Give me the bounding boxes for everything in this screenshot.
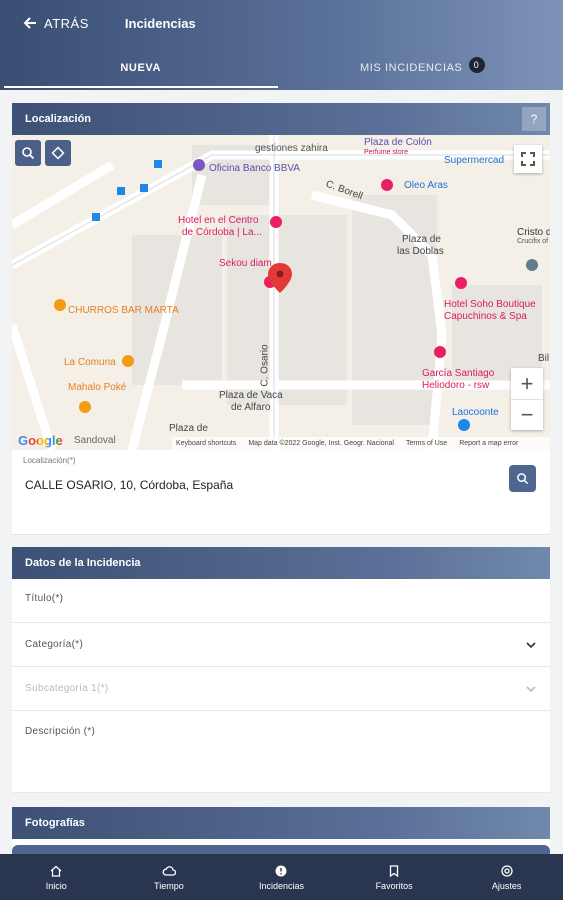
nav-item-incidencias[interactable]: Incidencias — [225, 854, 338, 900]
tab-nueva[interactable]: NUEVA — [0, 46, 282, 90]
nav-label: Favoritos — [375, 880, 413, 891]
map-label: Cristo d — [517, 227, 550, 238]
datos-card: Datos de la Incidencia Título(*) Categor… — [12, 547, 550, 793]
map-label: Capuchinos & Spa — [444, 311, 527, 322]
datos-section-header: Datos de la Incidencia — [12, 547, 550, 579]
map-label: C. Osario — [259, 344, 271, 387]
descripcion-field[interactable]: Descripción (*) — [12, 711, 550, 793]
back-label: ATRÁS — [44, 15, 89, 31]
nav-label: Ajustes — [491, 880, 522, 891]
map-label: Plaza de — [169, 423, 208, 434]
map-label: de Alfaro — [231, 402, 271, 413]
chevron-down-icon — [526, 642, 536, 648]
zoom-control: + − — [511, 368, 543, 430]
terms-link[interactable]: Terms of Use — [406, 440, 447, 447]
cloud-icon — [162, 865, 176, 876]
app-header: ATRÁS Incidencias NUEVA MIS INCIDENCIAS … — [0, 0, 563, 90]
map-search-tool[interactable] — [15, 140, 41, 166]
arrow-left-icon — [23, 17, 36, 29]
map-label: Plaza de — [402, 234, 441, 245]
fullscreen-icon — [521, 152, 535, 166]
map-data-text: Map data ©2022 Google, Inst. Geogr. Naci… — [248, 440, 394, 447]
fullscreen-button[interactable] — [514, 145, 542, 173]
map-label: Bil — [538, 353, 550, 364]
back-button[interactable]: ATRÁS — [22, 15, 89, 31]
map-label: CHURROS BAR MARTA — [68, 305, 179, 316]
tab-mis-incidencias[interactable]: MIS INCIDENCIAS 0 — [282, 46, 563, 90]
diamond-icon — [51, 146, 65, 160]
map-label: Hotel Soho Boutique — [444, 299, 536, 310]
bookmark-icon — [389, 864, 399, 877]
map-label: Sekou diam — [219, 258, 272, 269]
help-button[interactable]: ? — [522, 107, 546, 131]
map-label: Supermercad — [444, 155, 505, 166]
alert-icon — [275, 865, 287, 876]
section-title: Fotografías — [25, 817, 85, 829]
nav-item-favoritos[interactable]: Favoritos — [338, 854, 451, 900]
keyboard-shortcuts-link[interactable]: Keyboard shortcuts — [176, 440, 236, 447]
titulo-label: Título(*) — [25, 593, 64, 604]
titulo-field[interactable]: Título(*) — [12, 579, 550, 623]
fotos-card: Fotografías — [12, 807, 550, 855]
main-content: Localización ? gestiones zahira Plaza de… — [12, 103, 550, 855]
report-error-link[interactable]: Report a map error — [459, 440, 518, 447]
count-badge: 0 — [468, 57, 485, 73]
home-icon — [50, 865, 62, 877]
chevron-down-icon — [526, 686, 536, 692]
location-search-button[interactable] — [509, 465, 536, 492]
nav-item-inicio[interactable]: Inicio — [0, 854, 113, 900]
location-field-label: Localización(*) — [23, 456, 76, 465]
nav-item-tiempo[interactable]: Tiempo — [113, 854, 226, 900]
fotos-section-header: Fotografías — [12, 807, 550, 839]
section-title: Localización — [25, 113, 92, 125]
nav-item-ajustes[interactable]: Ajustes — [450, 854, 563, 900]
nav-label: Tiempo — [154, 880, 184, 891]
subcategoria-label: Subcategoría 1(*) — [25, 683, 109, 694]
map-label: de Córdoba | La... — [182, 227, 262, 238]
gear-icon — [501, 864, 513, 877]
nav-label: Incidencias — [258, 880, 304, 891]
map-label: Hotel en el Centro — [178, 215, 259, 226]
zoom-in-button[interactable]: + — [511, 368, 543, 399]
page-title: Incidencias — [124, 15, 196, 31]
location-field[interactable]: Localización(*) CALLE OSARIO, 10, Córdob… — [12, 450, 550, 535]
map-label: Laocoonte — [452, 407, 499, 418]
tab-label: NUEVA — [120, 62, 162, 74]
map-footer: Keyboard shortcuts Map data ©2022 Google… — [172, 437, 550, 450]
map-label: Oleo Aras — [404, 180, 448, 191]
location-field-value[interactable]: CALLE OSARIO, 10, Córdoba, España — [25, 478, 233, 492]
categoria-label: Categoría(*) — [25, 639, 84, 650]
descripcion-label: Descripción (*) — [25, 726, 96, 737]
map-label: Plaza de Colón — [364, 137, 432, 148]
map-label: García Santiago — [422, 368, 495, 379]
map-label: Crucifix of — [517, 238, 549, 245]
nav-label: Inicio — [45, 880, 67, 891]
location-section-header: Localización ? — [12, 103, 550, 135]
map-label: Sandoval — [74, 435, 116, 446]
map-label: Oficina Banco BBVA — [209, 163, 300, 174]
categoria-select[interactable]: Categoría(*) — [12, 623, 550, 667]
google-logo: Google — [18, 433, 63, 448]
section-title: Datos de la Incidencia — [25, 557, 141, 569]
search-icon — [517, 473, 529, 485]
map-streets — [12, 135, 550, 450]
map-view[interactable]: gestiones zahira Plaza de Colón Perfume … — [12, 135, 550, 450]
map-label: Perfume store — [364, 149, 408, 156]
zoom-out-button[interactable]: − — [511, 399, 543, 430]
map-label: Heliodoro - rsw — [422, 380, 490, 391]
map-label: las Doblas — [397, 246, 444, 257]
bottom-nav: Inicio Tiempo Incidencias Favoritos Ajus… — [0, 854, 563, 900]
map-label: Plaza de Vaca — [219, 390, 283, 401]
map-label: gestiones zahira — [255, 143, 328, 154]
map-location-tool[interactable] — [45, 140, 71, 166]
map-label: La Comuna — [64, 357, 116, 368]
subcategoria-select[interactable]: Subcategoría 1(*) — [12, 667, 550, 711]
search-icon — [22, 147, 35, 160]
map-label: Mahalo Poké — [68, 382, 127, 393]
location-card: Localización ? gestiones zahira Plaza de… — [12, 103, 550, 535]
tab-label: MIS INCIDENCIAS — [359, 62, 463, 74]
